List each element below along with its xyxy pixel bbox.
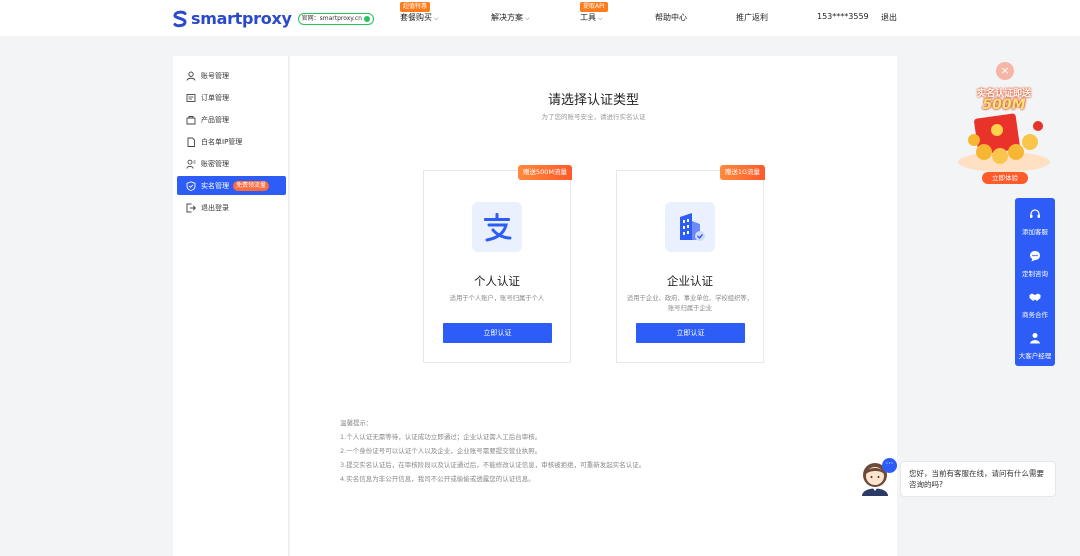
site-badge-text: 官网：smartproxy.cn	[301, 14, 362, 22]
enterprise-auth-card: 赠送1G流量 企业认证 适用于企业、政府、事业单位、学校组织等，账号归属于企业 …	[616, 165, 765, 363]
nav-logout-label: 退出	[881, 13, 897, 22]
personal-auth-button[interactable]: 立即认证	[443, 323, 552, 343]
add-support-button[interactable]: 添加客服	[1015, 202, 1055, 242]
sidebar-item-label: 账号管理	[201, 71, 229, 80]
card-title: 个人认证	[474, 274, 520, 288]
sidebar-item-label: 退出登录	[201, 203, 229, 212]
alipay-icon	[472, 202, 522, 252]
tip-line: 4.实名信息为非公开信息，我司不公开或偷偷或透露您的认证信息。	[340, 475, 535, 483]
chat-icon	[1030, 251, 1040, 262]
key-account-manager-button[interactable]: 大客户经理	[1015, 326, 1055, 366]
order-icon	[186, 93, 196, 103]
logo-icon	[173, 10, 187, 27]
nav-tools-label: 工具	[580, 13, 596, 22]
service-label: 添加客服	[1022, 228, 1048, 236]
sidebar-item-label: 实名管理	[201, 181, 229, 190]
nav-user-phone-label: 153****3559	[817, 12, 869, 21]
sidebar-item-account[interactable]: 账号管理	[177, 66, 286, 85]
handshake-icon	[1029, 293, 1041, 301]
nav-referral[interactable]: 推广返利	[736, 12, 768, 23]
service-floatbar: 添加客服 定制咨询 商务合作 大客户经理	[1015, 198, 1055, 366]
sidebar-item-label: 产品管理	[201, 115, 229, 124]
main-content: 请选择认证类型 为了您的账号安全，请进行实名认证 赠送500M流量 个人认证 适…	[290, 56, 897, 556]
chevron-down-icon: ⌵	[434, 15, 439, 22]
site-badge: 官网：smartproxy.cn	[297, 12, 374, 25]
business-cooperation-button[interactable]: 商务合作	[1015, 285, 1055, 325]
sidebar-item-orders[interactable]: 订单管理	[177, 88, 286, 107]
chat-message: 您好，当前有客服在线，请问有什么需要咨询的吗?	[900, 461, 1056, 497]
brand-name: smartproxy	[191, 9, 292, 28]
close-icon[interactable]: ×	[996, 62, 1014, 80]
service-label: 商务合作	[1022, 311, 1048, 319]
tip-line: 1.个人认证无需等待，认证成功立即通过；企业认证需人工后台审核。	[340, 433, 542, 441]
custom-consult-button[interactable]: 定制咨询	[1015, 244, 1055, 284]
sidebar-item-logout[interactable]: 退出登录	[177, 198, 286, 217]
sidebar-item-whitelist[interactable]: 白名单IP管理	[177, 132, 286, 151]
shield-icon	[186, 180, 196, 191]
chevron-down-icon: ⌵	[598, 15, 603, 22]
sidebar: 账号管理 订单管理 产品管理 白名单IP管理 账密管理 实名管理 免费领流量 退…	[173, 56, 289, 556]
sidebar-item-label: 账密管理	[201, 159, 229, 168]
sidebar-item-products[interactable]: 产品管理	[177, 110, 286, 129]
nav-packages[interactable]: 套餐购买 ⌵	[400, 12, 439, 23]
tip-line: 3.提交实名认证后，在审核阶段以及认证通过后，不能修改认证信息，审核被拒绝，可重…	[340, 461, 646, 469]
tips-heading: 温馨提示：	[340, 419, 373, 427]
page-title: 请选择认证类型	[547, 93, 639, 108]
nav-logout[interactable]: 退出	[881, 12, 897, 23]
tips-section: 温馨提示： 1.个人认证无需等待，认证成功立即通过；企业认证需人工后台审核。 2…	[340, 416, 645, 486]
sidebar-item-label: 订单管理	[201, 93, 229, 102]
person-icon	[1030, 333, 1040, 344]
card-title: 企业认证	[667, 274, 713, 288]
promo-amount: 500M	[982, 97, 1026, 113]
promo-banner[interactable]: × 实名认证即送 500M 立即体验	[952, 62, 1056, 187]
chat-dots-icon: ···	[882, 458, 897, 473]
nav-referral-label: 推广返利	[736, 13, 768, 22]
nav-user-phone[interactable]: 153****3559	[817, 12, 869, 21]
card-ribbon: 赠送1G流量	[719, 165, 765, 180]
account-password-icon	[186, 159, 196, 169]
page-subtitle: 为了您的账号安全，请进行实名认证	[541, 113, 646, 121]
tip-line: 2.一个身份证号可以认证个人以及企业，企业账号需要提交营业执照。	[340, 447, 542, 455]
personal-auth-card: 赠送500M流量 个人认证 适用于个人账户，账号归属于个人 立即认证	[423, 165, 572, 363]
top-header: smartproxy 官网：smartproxy.cn 超值特惠 套餐购买 ⌵ 解…	[0, 0, 1080, 36]
card-ribbon: 赠送500M流量	[517, 165, 572, 180]
site-badge-dot	[363, 15, 370, 22]
nav-packages-label: 套餐购买	[400, 13, 432, 22]
promo-try-button[interactable]: 立即体验	[982, 172, 1028, 184]
nav-solutions[interactable]: 解决方案 ⌵	[491, 12, 530, 23]
sidebar-item-label: 白名单IP管理	[201, 137, 243, 146]
headset-icon	[1030, 209, 1040, 218]
product-icon	[186, 115, 196, 125]
whitelist-icon	[186, 137, 196, 147]
nav-tools[interactable]: 工具 ⌵	[580, 12, 603, 23]
chevron-down-icon: ⌵	[525, 15, 530, 22]
card-description: 适用于个人账户，账号归属于个人	[449, 295, 545, 302]
nav-solutions-label: 解决方案	[491, 13, 523, 22]
sidebar-item-real-name[interactable]: 实名管理 免费领流量	[177, 176, 286, 195]
nav-help[interactable]: 帮助中心	[655, 12, 687, 23]
building-icon	[665, 202, 715, 252]
nav-tag-tools: 提取API	[580, 2, 608, 12]
logout-icon	[186, 203, 196, 213]
service-label: 定制咨询	[1022, 270, 1048, 278]
card-description: 适用于企业、政府、事业单位、学校组织等，账号归属于企业	[627, 295, 753, 312]
nav-tag-packages: 超值特惠	[400, 2, 431, 12]
service-label: 大客户经理	[1018, 352, 1052, 360]
nav-help-label: 帮助中心	[655, 13, 687, 22]
brand-logo[interactable]: smartproxy 官网：smartproxy.cn	[172, 9, 374, 28]
sidebar-item-account-password[interactable]: 账密管理	[177, 154, 286, 173]
free-traffic-badge: 免费领流量	[233, 180, 270, 191]
enterprise-auth-button[interactable]: 立即认证	[636, 323, 745, 343]
user-icon	[186, 71, 196, 81]
